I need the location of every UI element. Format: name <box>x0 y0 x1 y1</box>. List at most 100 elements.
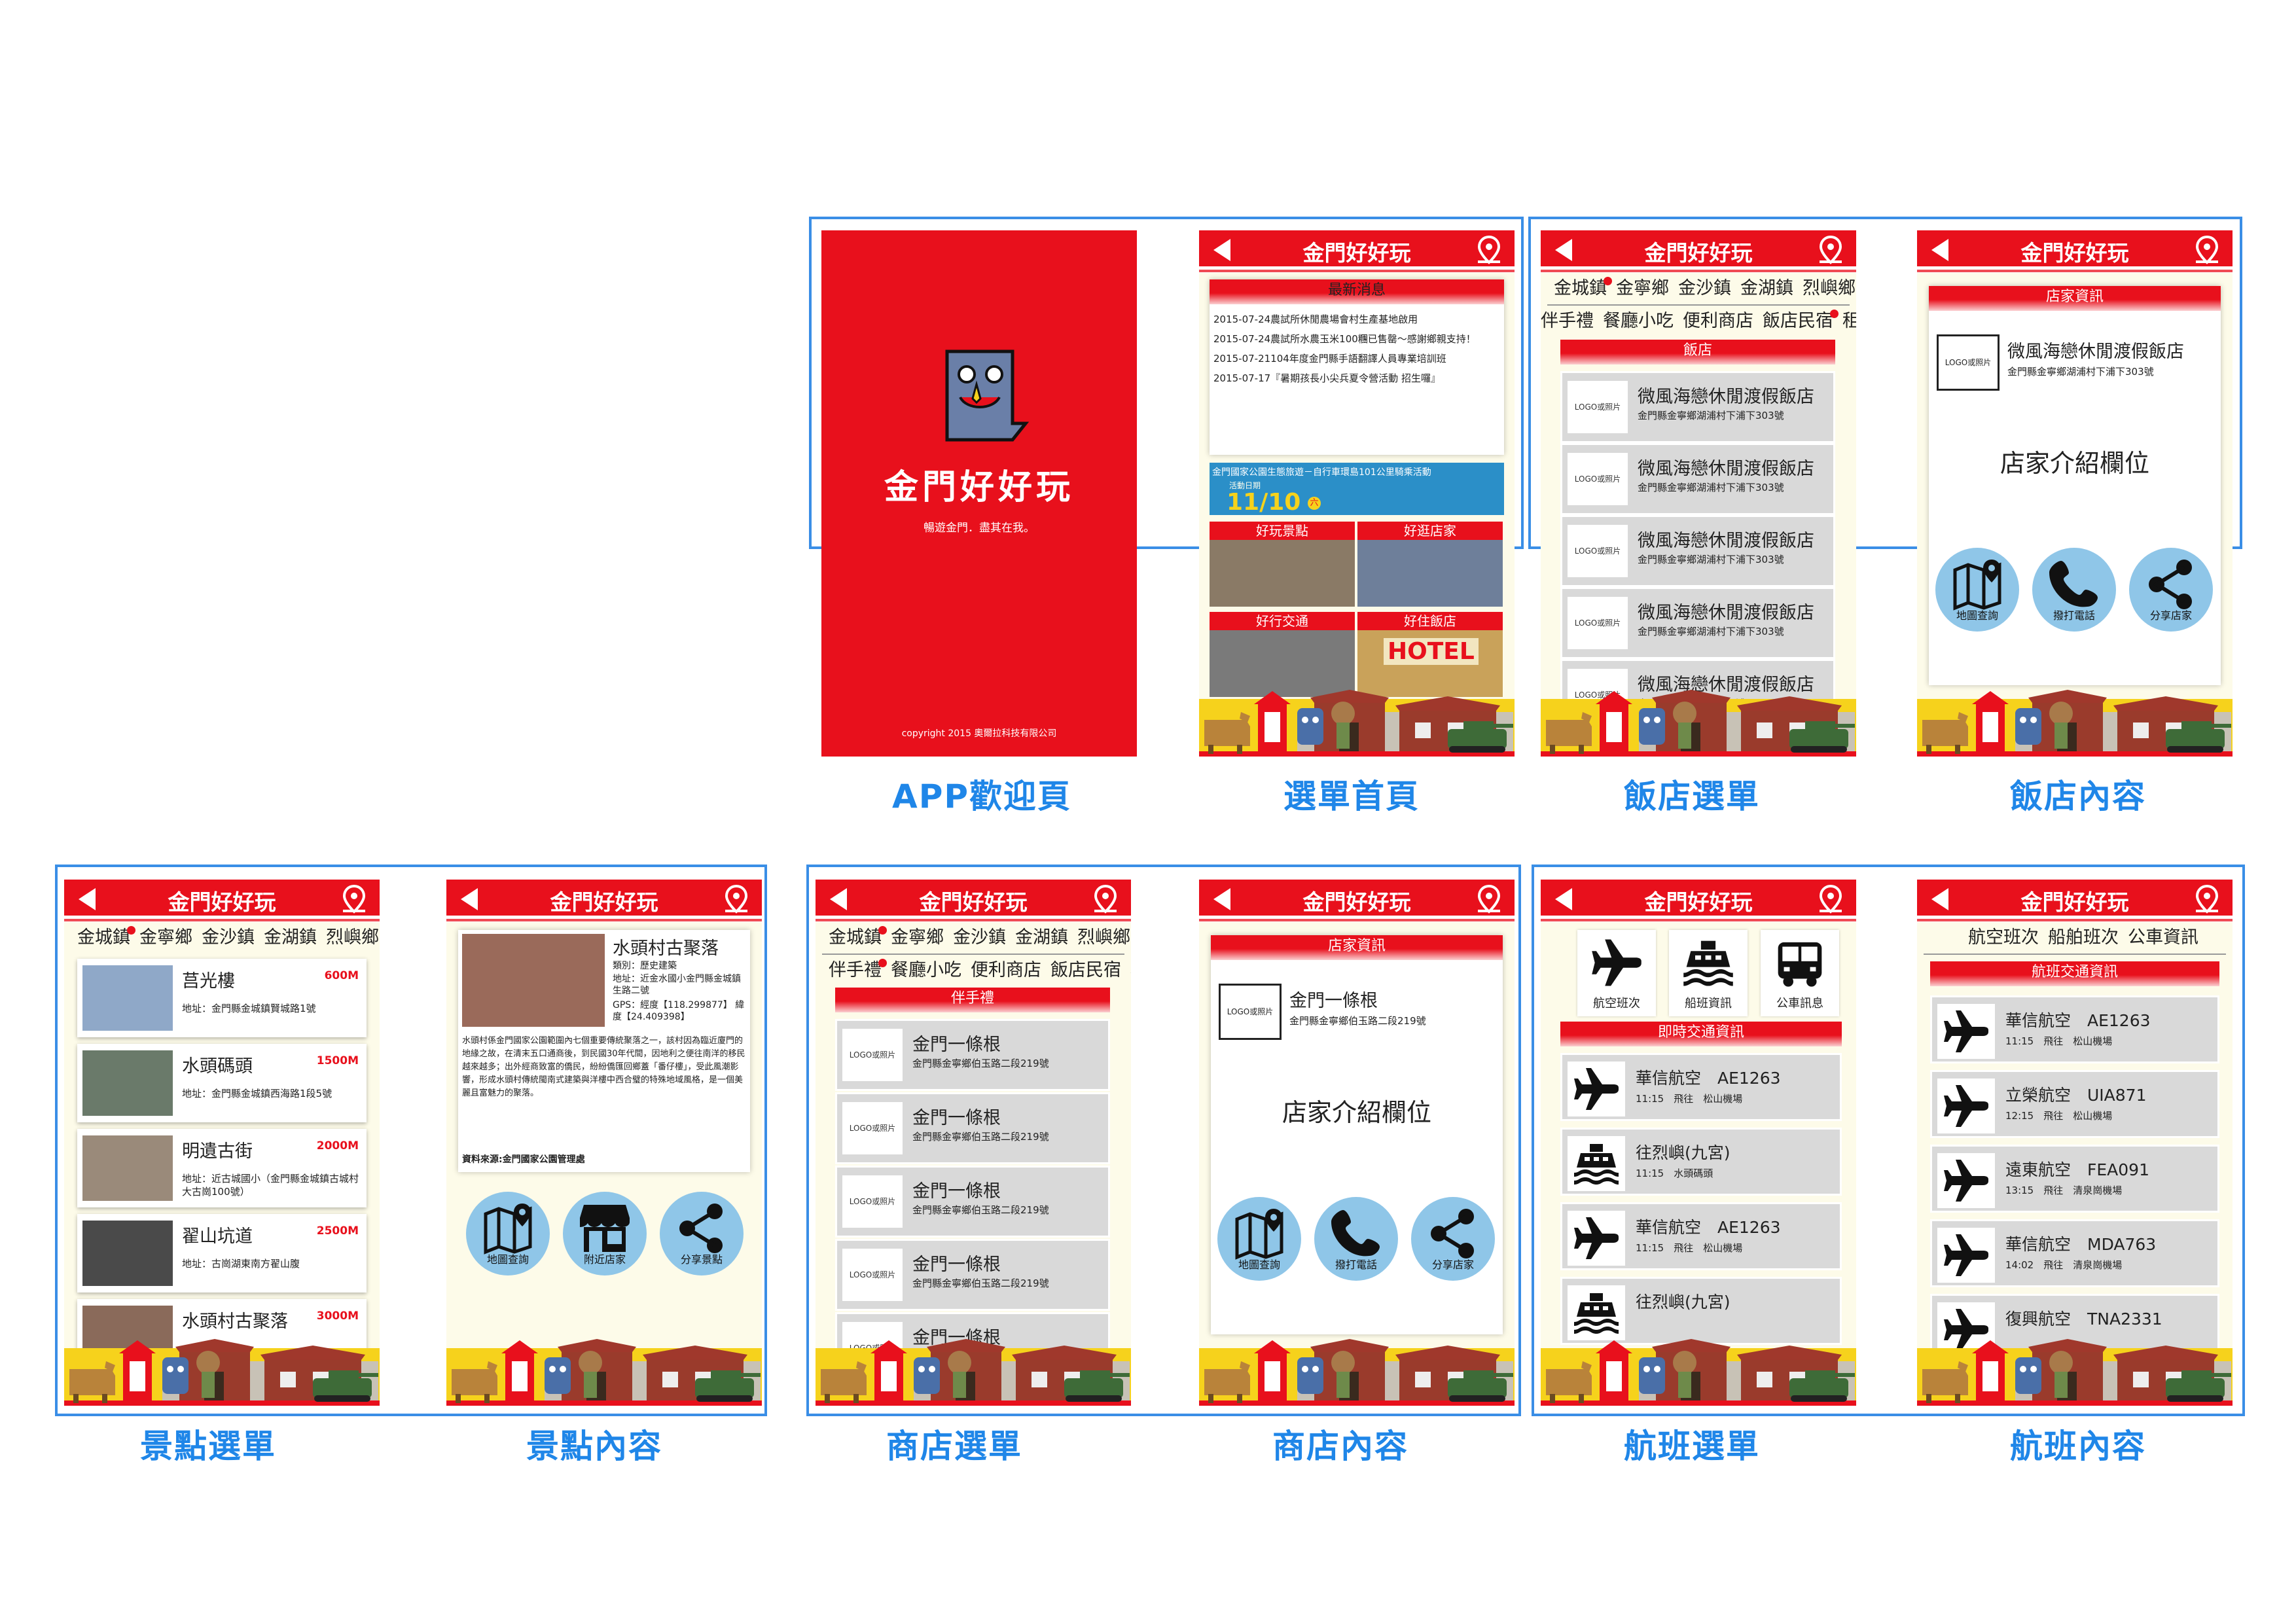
tab-item[interactable]: 航空班次 <box>1968 927 2039 948</box>
section-header: 店家資訊 <box>1929 286 2221 311</box>
app-header: 金門好好玩 <box>1917 880 2233 919</box>
list-item[interactable]: LOGO或照片微風海戀休閒渡假飯店金門縣金寧鄉湖浦村下浦下303號 <box>1560 371 1835 443</box>
location-pin-button[interactable] <box>2193 884 2221 914</box>
location-pin-button[interactable] <box>1817 884 1844 914</box>
location-pin-button[interactable] <box>723 884 750 914</box>
menu-tile[interactable]: 好住飯店 HOTEL <box>1357 612 1503 697</box>
store-name: 金門一條根 <box>1289 991 1378 1011</box>
list-item[interactable]: LOGO或照片 金門一條根 金門縣金寧鄉伯玉路二段219號 <box>835 1166 1110 1238</box>
news-item[interactable]: 2015-07-24農試所水農玉米100糰已售罄～感謝鄉親支持！ <box>1213 332 1476 346</box>
tab-item[interactable]: 金湖鎮 <box>1015 927 1068 948</box>
share-store-button[interactable]: 分享店家 <box>1411 1197 1495 1281</box>
tab-item[interactable]: 金湖鎮 <box>1740 278 1793 298</box>
event-banner[interactable]: 金門國家公園生態旅遊－自行車環島101公里騎乘活動 活動日期 11/10 六 <box>1210 463 1504 515</box>
ship-info-button[interactable]: 船班資訊 <box>1669 930 1748 1016</box>
list-item[interactable]: LOGO或照片微風海戀休閒渡假飯店金門縣金寧鄉湖浦村下浦下303號 <box>1560 515 1835 587</box>
transport-list-item[interactable]: 往烈嶼(九宮) 11:15 水頭碼頭 <box>1560 1128 1842 1196</box>
tab-item[interactable]: 公車資訊 <box>2128 927 2198 948</box>
flight-list-item[interactable]: 遠東航空 FEA091 13:15 飛往 清泉崗機場 <box>1930 1145 2219 1213</box>
tab-item[interactable]: 金沙鎮 <box>202 927 255 948</box>
tab-item[interactable]: 金寧鄉 <box>1616 278 1669 298</box>
transport-name: 華信航空 AE1263 <box>1636 1069 1781 1088</box>
screen-caption: 選單首頁 <box>1283 777 1420 815</box>
bus-icon <box>1778 942 1822 987</box>
tab-item[interactable]: 金城鎮 <box>1554 277 1612 298</box>
flight-schedule-button[interactable]: 航空班次 <box>1577 930 1656 1016</box>
tab-item[interactable]: 便利商店 <box>971 960 1041 980</box>
location-pin-button[interactable] <box>1475 884 1503 914</box>
airplane-icon <box>1592 939 1641 986</box>
button-label: 公車訊息 <box>1776 997 1823 1010</box>
news-item[interactable]: 2015-07-24農試所休閒農場會村生產基地啟用 <box>1213 312 1418 326</box>
tab-item[interactable]: 烈嶼鄉 <box>326 927 379 948</box>
news-item[interactable]: 2015-07-17『暑期孩長小尖兵夏令營活動 招生囉』 <box>1213 371 1441 385</box>
tab-item[interactable]: 餐廳小吃 <box>891 960 961 980</box>
share-store-button[interactable]: 分享店家 <box>2129 548 2213 632</box>
spot-list-item[interactable]: 明遺古街 2000M 地址：近古城國小（金門縣金城鎮古城村大古崗100號） <box>77 1129 367 1207</box>
tab-item[interactable]: 租車 <box>1842 311 1856 331</box>
tab-item[interactable]: 金湖鎮 <box>264 927 317 948</box>
spot-list-item[interactable]: 莒光樓 600M 地址：金門縣金城鎮賢城路1號 <box>77 959 367 1037</box>
tab-item[interactable]: 金沙鎮 <box>1678 278 1731 298</box>
transport-list-item[interactable]: 華信航空 AE1263 11:15 飛往 松山機場 <box>1560 1053 1842 1121</box>
flight-list-item[interactable]: 華信航空 MDA763 14:02 飛往 清泉崗機場 <box>1930 1219 2219 1287</box>
item-address: 金門縣金寧鄉湖浦村下浦下303號 <box>1638 482 1784 493</box>
map-search-button[interactable]: 地圖查詢 <box>1217 1197 1301 1281</box>
app-title: 金門好好玩 <box>2020 889 2129 915</box>
location-pin-button[interactable] <box>1475 235 1503 264</box>
item-name: 微風海戀休閒渡假飯店 <box>1638 531 1814 551</box>
news-item[interactable]: 2015-07-21104年度金門縣手語翻譯人員專業培訓班 <box>1213 351 1446 365</box>
menu-tile[interactable]: 好逛店家 <box>1357 522 1503 607</box>
tab-item[interactable]: 金城鎮 <box>829 926 887 948</box>
spot-list-screen: 金門好好玩 金城鎮 金寧鄉 金沙鎮 金湖鎮 烈嶼鄉 莒光樓 600M 地址：金門縣金城鎮賢城路1… <box>64 880 380 1406</box>
map-search-button[interactable]: 地圖查詢 <box>1935 548 2019 632</box>
tab-item[interactable]: 烈嶼鄉 <box>1803 278 1856 298</box>
tile-label: 好逛店家 <box>1357 522 1503 540</box>
spot-list-item[interactable]: 翟山坑道 2500M 地址：古崗湖東南方翟山腹 <box>77 1214 367 1293</box>
tab-item[interactable]: 餐廳小吃 <box>1603 311 1674 331</box>
list-item[interactable]: LOGO或照片 金門一條根 金門縣金寧鄉伯玉路二段219號 <box>835 1092 1110 1164</box>
list-item[interactable]: LOGO或照片 金門一條根 金門縣金寧鄉伯玉路二段219號 <box>835 1239 1110 1311</box>
flight-list-item[interactable]: 華信航空 AE1263 11:15 飛往 松山機場 <box>1930 995 2219 1063</box>
flight-list-item[interactable]: 立榮航空 UIA871 12:15 飛往 松山機場 <box>1930 1070 2219 1138</box>
tab-item[interactable]: 金寧鄉 <box>139 927 192 948</box>
tab-item[interactable]: 船舶班次 <box>2048 927 2119 948</box>
tab-item[interactable]: 飯店民宿 <box>1050 960 1121 980</box>
logo-placeholder: LOGO或照片 <box>1568 453 1628 505</box>
location-pin-button[interactable] <box>1817 235 1844 264</box>
menu-tile[interactable]: 好玩景點 <box>1210 522 1355 607</box>
menu-tile[interactable]: 好行交通 <box>1210 612 1355 697</box>
tab-item[interactable]: 租車 <box>1130 960 1131 980</box>
nearby-stores-button[interactable]: 附近店家 <box>563 1192 647 1275</box>
tab-item[interactable]: 烈嶼鄉 <box>1077 927 1130 948</box>
transport-list-item[interactable]: 華信航空 AE1263 11:15 飛往 松山機場 <box>1560 1202 1842 1270</box>
screen-body: 金城鎮金寧鄉金沙鎮金湖鎮烈嶼鄉伴手禮餐廳小吃便利商店飯店民宿租車伴手禮LOGO或… <box>816 922 1131 1406</box>
tab-item[interactable]: 金城鎮 <box>77 926 135 948</box>
call-button[interactable]: 撥打電話 <box>2032 548 2116 632</box>
location-pin-icon <box>2195 235 2219 264</box>
share-spot-button[interactable]: 分享景點 <box>660 1192 744 1275</box>
list-item[interactable]: LOGO或照片微風海戀休閒渡假飯店金門縣金寧鄉湖浦村下浦下303號 <box>1560 443 1835 515</box>
tab-item[interactable]: 金沙鎮 <box>953 927 1006 948</box>
location-pin-button[interactable] <box>2193 235 2221 264</box>
flight-time: 14:02 飛往 清泉崗機場 <box>2005 1259 2123 1271</box>
bus-info-button[interactable]: 公車訊息 <box>1761 930 1839 1016</box>
location-pin-button[interactable] <box>340 884 368 914</box>
copyright-text: copyright 2015 奧爾拉科技有限公司 <box>901 728 1057 739</box>
list-item[interactable]: LOGO或照片微風海戀休閒渡假飯店金門縣金寧鄉湖浦村下浦下303號 <box>1560 587 1835 659</box>
map-search-button[interactable]: 地圖查詢 <box>466 1192 550 1275</box>
list-item[interactable]: LOGO或照片 金門一條根 金門縣金寧鄉伯玉路二段219號 <box>835 1019 1110 1091</box>
tab-item[interactable]: 飯店民宿 <box>1763 310 1839 331</box>
location-pin-button[interactable] <box>1092 884 1119 914</box>
tab-item[interactable]: 金寧鄉 <box>891 927 944 948</box>
transport-icon-box <box>1568 1211 1625 1266</box>
tab-item[interactable]: 伴手禮 <box>829 959 887 980</box>
tab-item[interactable]: 伴手禮 <box>1541 311 1594 331</box>
active-indicator <box>878 926 887 935</box>
call-button[interactable]: 撥打電話 <box>1314 1197 1398 1281</box>
transport-icon-box <box>1568 1061 1625 1116</box>
spot-list-item[interactable]: 水頭碼頭 1500M 地址：金門縣金城鎮西海路1段5號 <box>77 1044 367 1122</box>
footer-illustration <box>1541 686 1856 757</box>
tab-item[interactable]: 便利商店 <box>1683 311 1753 331</box>
spot-name: 水頭碼頭 <box>182 1056 253 1077</box>
